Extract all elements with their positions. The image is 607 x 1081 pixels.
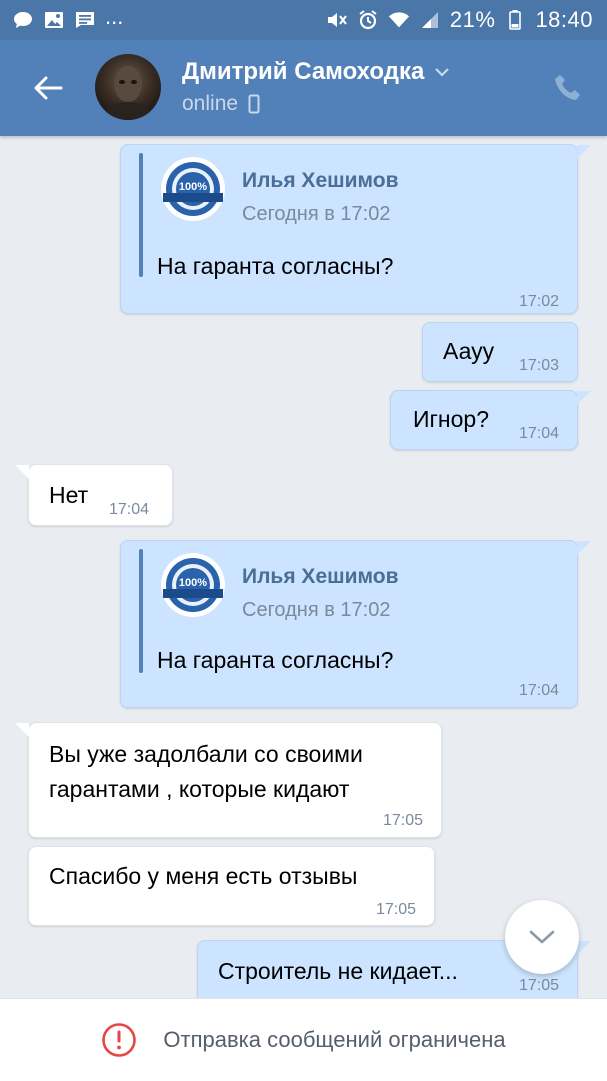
notification-icons: ... [12, 4, 124, 29]
forward-author-name[interactable]: Илья Хешимов [242, 169, 399, 193]
quality-badge-icon: 100% [163, 558, 223, 612]
forward-bar [139, 153, 143, 277]
message-bubble-outgoing[interactable]: 100% Илья Хешимов Сегодня в 17:02 На гар… [120, 540, 578, 708]
chat-notification-icon [12, 11, 34, 29]
wifi-icon [388, 11, 410, 29]
forward-date: Сегодня в 17:02 [242, 599, 391, 621]
message-time: 17:05 [518, 977, 559, 994]
message-time: 17:03 [518, 357, 559, 374]
forward-bar [139, 549, 143, 673]
message-bubble-incoming[interactable]: Вы уже задолбали со своими гарантами , к… [28, 722, 442, 838]
message-time: 17:04 [518, 682, 559, 699]
message-time: 17:04 [109, 501, 150, 518]
contact-name[interactable]: Дмитрий Самоходка [182, 58, 424, 86]
forward-author-avatar[interactable]: 100% [161, 157, 225, 221]
message-bubble-outgoing[interactable]: Аауу 17:03 [422, 322, 578, 382]
contact-status: online [182, 92, 239, 115]
battery-percent: 21% [449, 7, 496, 32]
message-text: Спасибо у меня есть отзывы [49, 863, 358, 889]
message-bubble-outgoing[interactable]: Игнор? 17:04 [390, 390, 578, 450]
bubble-tail [577, 391, 591, 405]
message-bubble-incoming[interactable]: Нет 17:04 [28, 464, 173, 526]
contact-status-row: online [182, 92, 260, 116]
alarm-icon [357, 10, 379, 30]
message-list[interactable]: 100% Илья Хешимов Сегодня в 17:02 На гар… [0, 136, 607, 998]
message-text-line: гарантами , которые кидают [49, 776, 350, 802]
message-text-line: Вы уже задолбали со своими [49, 741, 363, 767]
message-text: Игнор? [413, 406, 489, 432]
quality-badge-icon: 100% [163, 162, 223, 216]
scroll-to-bottom-button[interactable] [505, 900, 579, 974]
system-icons: 21% 18:40 [326, 7, 593, 33]
contact-name-row[interactable]: Дмитрий Самоходка [182, 58, 450, 86]
back-button[interactable] [28, 70, 68, 106]
chat-header: Дмитрий Самоходка online [0, 40, 607, 136]
forward-author-name[interactable]: Илья Хешимов [242, 565, 399, 589]
message-time: 17:05 [375, 901, 416, 918]
signal-icon [419, 11, 441, 29]
message-text: На гаранта согласны? [157, 253, 394, 279]
restriction-text: Отправка сообщений ограничена [163, 1027, 506, 1052]
forward-author-avatar[interactable]: 100% [161, 553, 225, 617]
badge-text: 100% [179, 181, 207, 193]
bubble-tail [577, 145, 591, 159]
clock: 18:40 [535, 7, 593, 32]
message-notification-icon [74, 11, 96, 29]
bubble-tail [15, 465, 29, 479]
mute-icon [326, 11, 348, 29]
bubble-tail [15, 723, 29, 737]
mobile-icon [248, 94, 260, 114]
status-bar: ... 21% 18:40 [0, 0, 607, 40]
message-time: 17:04 [518, 425, 559, 442]
alert-icon [102, 1023, 137, 1057]
message-text: На гаранта согласны? [157, 647, 394, 673]
more-notifications: ... [105, 4, 124, 29]
call-button[interactable] [552, 72, 584, 104]
bubble-tail [577, 541, 591, 555]
message-text: Нет [49, 482, 89, 508]
message-bubble-incoming[interactable]: Спасибо у меня есть отзывы 17:05 [28, 846, 435, 926]
message-text: Строитель не кидает... [218, 958, 458, 984]
bubble-tail [577, 941, 591, 955]
forward-date: Сегодня в 17:02 [242, 203, 391, 225]
battery-icon [504, 10, 526, 30]
chevron-down-icon[interactable] [434, 67, 450, 77]
image-notification-icon [43, 11, 65, 29]
restriction-banner: Отправка сообщений ограничена [0, 998, 607, 1081]
message-bubble-outgoing[interactable]: 100% Илья Хешимов Сегодня в 17:02 На гар… [120, 144, 578, 314]
message-time: 17:05 [382, 812, 423, 829]
phone-icon [555, 75, 580, 100]
message-time: 17:02 [518, 293, 559, 310]
badge-text: 100% [179, 577, 207, 589]
contact-avatar[interactable] [95, 54, 161, 120]
chevron-down-icon [529, 930, 555, 944]
arrow-left-icon [34, 76, 63, 100]
message-text: Аауу [443, 338, 495, 364]
